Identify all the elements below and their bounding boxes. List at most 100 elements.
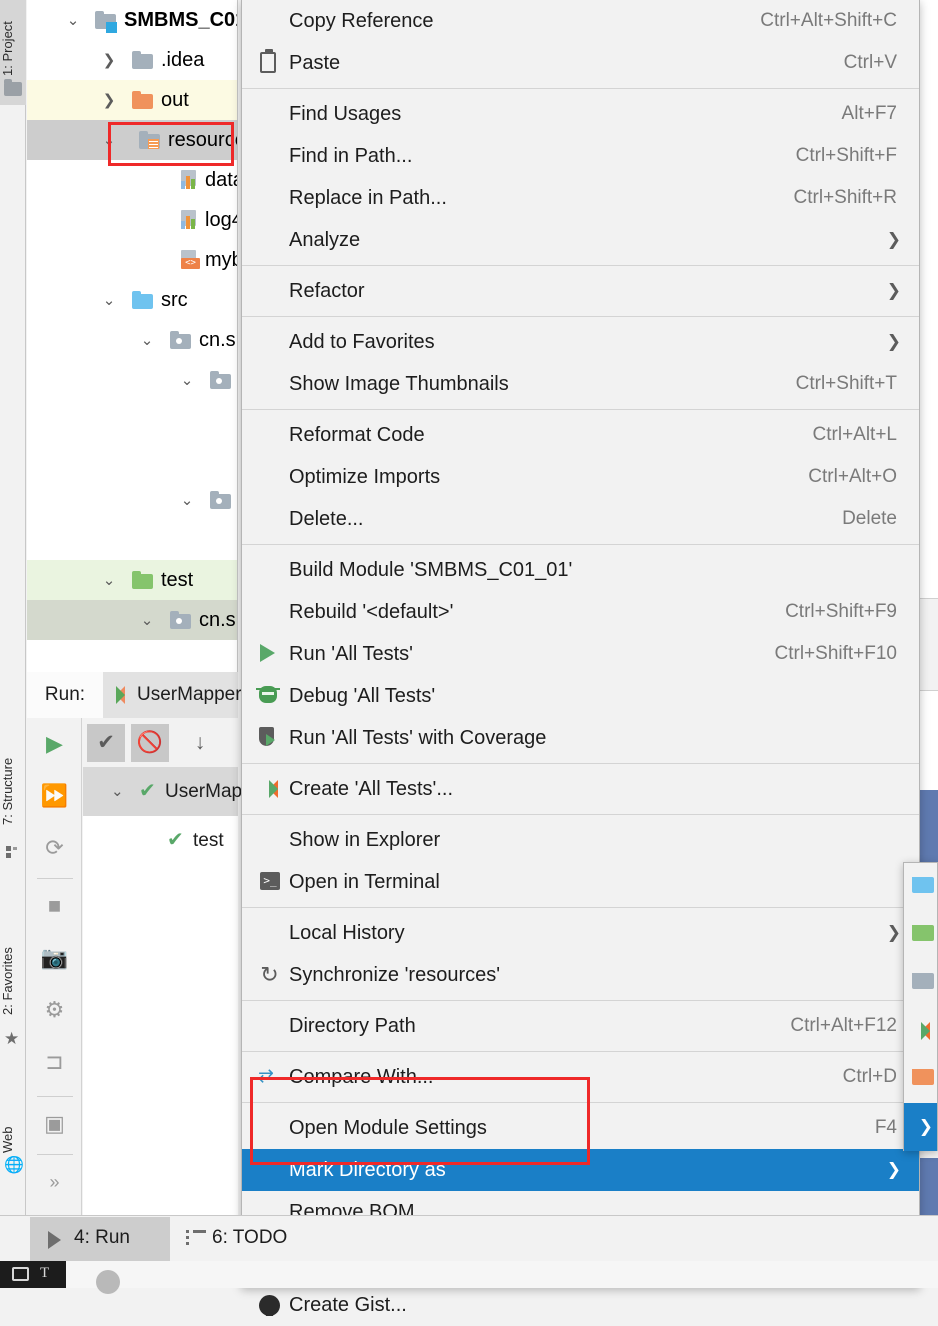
menu-item-run-all-tests[interactable]: Run 'All Tests' Ctrl+Shift+F10: [242, 633, 919, 675]
gear-tests-icon[interactable]: ⚙: [27, 984, 82, 1036]
tree-node-test-cn-smbms[interactable]: ⌄ cn.smbms: [27, 600, 237, 640]
tree-node-cn-smbms[interactable]: ⌄ cn.smbms: [27, 320, 237, 360]
status-bar-todo-label[interactable]: 6: TODO: [212, 1216, 287, 1260]
menu-item-delete[interactable]: Delete... Delete: [242, 498, 919, 540]
tree-node-mybatis-config[interactable]: <> mybatis-config.xml: [27, 240, 237, 280]
rerun-button[interactable]: ▶: [27, 718, 82, 770]
menu-item-analyze[interactable]: Analyze ❯: [242, 219, 919, 261]
tree-node-smbms[interactable]: ⌄ SMBMS_C01_01: [27, 0, 237, 40]
menu-item-replace-in-path[interactable]: Replace in Path... Ctrl+Shift+R: [242, 177, 919, 219]
menu-separator: [242, 409, 919, 410]
chevron-down-icon[interactable]: ⌄: [101, 280, 117, 320]
mark-directory-as-submenu[interactable]: ❯: [903, 862, 938, 1151]
tree-node-userdao[interactable]: UserDao: [27, 400, 237, 440]
submenu-item-test-sources-root[interactable]: [904, 911, 937, 959]
tree-node-resources[interactable]: ⌄ resources: [27, 120, 237, 160]
hide-ignored-toggle[interactable]: 🚫: [131, 724, 169, 762]
folder-green-icon: [912, 925, 934, 941]
menu-item-create-gist[interactable]: Create Gist...: [242, 1284, 919, 1326]
chevron-down-icon[interactable]: ⌄: [65, 0, 81, 40]
submenu-item-excluded[interactable]: [904, 1055, 937, 1103]
chevron-down-icon[interactable]: ⌄: [179, 360, 195, 400]
status-bar-run-label[interactable]: 4: Run: [74, 1216, 130, 1260]
menu-item-mark-directory-as[interactable]: Mark Directory as ❯: [242, 1149, 919, 1191]
menu-separator: [242, 1051, 919, 1052]
stop-button[interactable]: ■: [27, 880, 82, 932]
menu-item-create-all-tests[interactable]: Create 'All Tests'...: [242, 768, 919, 810]
test-tree-row-test[interactable]: ✔ test: [83, 816, 238, 865]
chevron-double-right-icon[interactable]: »: [27, 1156, 82, 1208]
menu-item-show-image-thumbnails[interactable]: Show Image Thumbnails Ctrl+Shift+T: [242, 363, 919, 405]
menu-item-reformat-code[interactable]: Reformat Code Ctrl+Alt+L: [242, 414, 919, 456]
chevron-right-icon[interactable]: ❯: [101, 40, 117, 80]
menu-item-accelerator: Ctrl+Shift+F10: [774, 643, 898, 664]
menu-item-paste[interactable]: Paste Ctrl+V: [242, 42, 919, 84]
submenu-item-test-resources-root[interactable]: [904, 1007, 937, 1055]
menu-item-label: Mark Directory as: [289, 1159, 446, 1181]
menu-item-open-module-settings[interactable]: Open Module Settings F4: [242, 1107, 919, 1149]
tree-node-database-properties[interactable]: database.properties: [27, 160, 237, 200]
chevron-down-icon[interactable]: ⌄: [179, 480, 195, 520]
tree-node-user[interactable]: User: [27, 520, 237, 560]
submenu-item-generated-sources-root[interactable]: ❯: [904, 1103, 937, 1151]
context-menu[interactable]: Copy Reference Ctrl+Alt+Shift+C Paste Ct…: [241, 0, 920, 1316]
menu-item-copy-reference[interactable]: Copy Reference Ctrl+Alt+Shift+C: [242, 0, 919, 42]
show-passed-toggle[interactable]: ✔: [87, 724, 125, 762]
auto-test-button[interactable]: ⟳: [27, 822, 82, 874]
menu-item-label: Find Usages: [289, 103, 402, 125]
chevron-down-icon[interactable]: ⌄: [101, 120, 117, 160]
tree-node-src[interactable]: ⌄ src: [27, 280, 237, 320]
camera-icon[interactable]: 📷: [27, 932, 82, 984]
tree-node-log4j-properties[interactable]: log4j.properties: [27, 200, 237, 240]
tree-node-dao[interactable]: ⌄ dao: [27, 360, 237, 400]
menu-item-find-usages[interactable]: Find Usages Alt+F7: [242, 93, 919, 135]
test-tree-row-suite[interactable]: ⌄ ✔ UserMapperTest: [83, 767, 304, 816]
menu-item-compare-with[interactable]: ⇄ Compare With... Ctrl+D: [242, 1056, 919, 1098]
tree-node-label: SMBMS_C01_01: [124, 9, 237, 31]
menu-item-show-in-explorer[interactable]: Show in Explorer: [242, 819, 919, 861]
taskbar-text-icon[interactable]: T: [40, 1265, 49, 1282]
menu-item-run-all-tests-with-coverage[interactable]: Run 'All Tests' with Coverage: [242, 717, 919, 759]
menu-item-synchronize-resources[interactable]: ↻ Synchronize 'resources': [242, 954, 919, 996]
tree-node-idea[interactable]: ❯ .idea: [27, 40, 237, 80]
test-case-label: test: [193, 830, 224, 851]
menu-item-debug-all-tests[interactable]: Debug 'All Tests': [242, 675, 919, 717]
sidebar-tab-web[interactable]: Web: [0, 1095, 26, 1154]
chevron-down-icon[interactable]: ⌄: [111, 767, 124, 816]
tree-node-label: .idea: [161, 49, 205, 71]
menu-item-optimize-imports[interactable]: Optimize Imports Ctrl+Alt+O: [242, 456, 919, 498]
menu-item-refactor[interactable]: Refactor ❯: [242, 270, 919, 312]
sidebar-tab-favorites[interactable]: 2: Favorites: [0, 905, 26, 1015]
folder-blue-icon: [132, 291, 153, 309]
sidebar-tab-project-label[interactable]: 1: Project: [0, 2, 26, 80]
tree-node-test[interactable]: ⌄ test: [27, 560, 237, 600]
menu-item-accelerator: Ctrl+Shift+F: [795, 145, 897, 166]
taskbar-circle-icon[interactable]: [96, 1270, 120, 1294]
project-tree[interactable]: ⌄ SMBMS_C01_01 ❯ .idea ❯ out ⌄ resources…: [27, 0, 238, 672]
chevron-down-icon[interactable]: ⌄: [139, 600, 155, 640]
menu-item-add-to-favorites[interactable]: Add to Favorites ❯: [242, 321, 919, 363]
chevron-down-icon[interactable]: ⌄: [139, 320, 155, 360]
pin-icon[interactable]: ⊐: [27, 1036, 82, 1088]
window-icon[interactable]: [12, 1267, 29, 1281]
sidebar-tab-structure[interactable]: 7: Structure: [0, 715, 26, 825]
tree-node-pojo[interactable]: ⌄ pojo: [27, 480, 237, 520]
compare-icon: ⇄: [258, 1066, 274, 1087]
menu-item-build-module[interactable]: Build Module 'SMBMS_C01_01': [242, 549, 919, 591]
submenu-item-resources-root[interactable]: [904, 959, 937, 1007]
chevron-right-icon[interactable]: ❯: [101, 80, 117, 120]
rerun-failed-button[interactable]: ⏩: [27, 770, 82, 822]
menu-item-find-in-path[interactable]: Find in Path... Ctrl+Shift+F: [242, 135, 919, 177]
submenu-item-sources-root[interactable]: [904, 863, 937, 911]
run-toolbar: ▶ ⏩ ⟳ ■ 📷 ⚙ ⊐ ▣ »: [27, 718, 82, 1215]
chevron-down-icon[interactable]: ⌄: [101, 560, 117, 600]
layout-icon[interactable]: ▣: [27, 1098, 82, 1150]
menu-item-rebuild[interactable]: Rebuild '<default>' Ctrl+Shift+F9: [242, 591, 919, 633]
menu-item-directory-path[interactable]: Directory Path Ctrl+Alt+F12: [242, 1005, 919, 1047]
menu-item-local-history[interactable]: Local History ❯: [242, 912, 919, 954]
tree-node-usermapper-xml[interactable]: <> UserMapper.xml: [27, 440, 237, 480]
package-icon: [170, 331, 191, 349]
menu-item-open-in-terminal[interactable]: >_ Open in Terminal: [242, 861, 919, 903]
tree-node-out[interactable]: ❯ out: [27, 80, 237, 120]
sort-alphabetically-toggle[interactable]: ↓: [181, 724, 219, 762]
